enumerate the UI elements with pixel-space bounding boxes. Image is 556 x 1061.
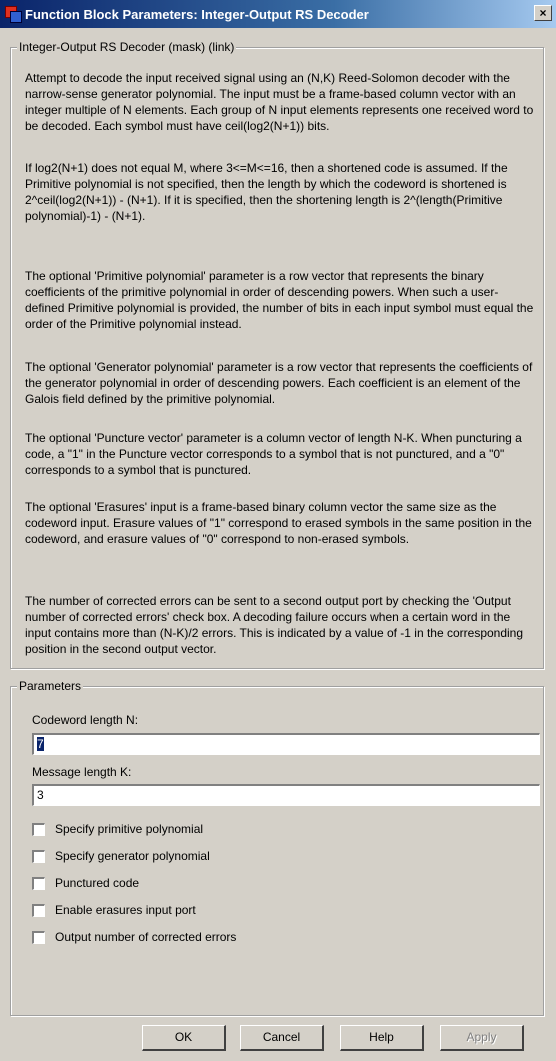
enable-erasures-checkbox[interactable]: Enable erasures input port (32, 902, 196, 918)
cancel-button[interactable]: Cancel (240, 1025, 324, 1051)
close-button[interactable]: × (534, 5, 552, 21)
checkbox-box[interactable] (32, 822, 45, 836)
mask-group-legend: Integer-Output RS Decoder (mask) (link) (17, 40, 237, 54)
apply-button[interactable]: Apply (440, 1025, 524, 1051)
checkbox-box[interactable] (32, 849, 45, 863)
checkbox-label: Enable erasures input port (55, 903, 196, 917)
description-paragraph-5: The optional 'Puncture vector' parameter… (25, 431, 522, 477)
checkbox-label: Punctured code (55, 876, 140, 890)
codeword-length-label: Codeword length N: (32, 713, 139, 727)
description-paragraph-4: The optional 'Generator polynomial' para… (25, 360, 533, 406)
checkbox-label: Specify primitive polynomial (55, 822, 204, 836)
punctured-code-checkbox[interactable]: Punctured code (32, 875, 139, 891)
description-paragraph-2: If log2(N+1) does not equal M, where 3<=… (25, 161, 508, 223)
checkbox-box[interactable] (32, 930, 45, 944)
ok-button[interactable]: OK (142, 1025, 226, 1051)
message-length-value: 3 (37, 788, 44, 802)
simulink-block-icon (5, 6, 22, 23)
checkbox-box[interactable] (32, 876, 45, 890)
title-bar[interactable]: Function Block Parameters: Integer-Outpu… (0, 0, 556, 28)
checkbox-box[interactable] (32, 903, 45, 917)
message-length-field[interactable]: 3 (32, 784, 540, 806)
description-paragraph-1: Attempt to decode the input received sig… (25, 71, 534, 133)
mask-description-group: Integer-Output RS Decoder (mask) (link) … (10, 40, 544, 669)
output-corrected-errors-checkbox[interactable]: Output number of corrected errors (32, 929, 236, 945)
specify-generator-polynomial-checkbox[interactable]: Specify generator polynomial (32, 848, 210, 864)
specify-primitive-polynomial-checkbox[interactable]: Specify primitive polynomial (32, 821, 203, 837)
codeword-length-value: 7 (37, 737, 44, 751)
checkbox-label: Specify generator polynomial (55, 849, 210, 863)
checkbox-label: Output number of corrected errors (55, 930, 237, 944)
help-button[interactable]: Help (340, 1025, 424, 1051)
description-paragraph-6: The optional 'Erasures' input is a frame… (25, 500, 532, 546)
parameters-legend: Parameters (17, 679, 84, 693)
message-length-label: Message length K: (32, 765, 132, 779)
description-paragraph-3: The optional 'Primitive polynomial' para… (25, 269, 534, 331)
description-paragraph-7: The number of corrected errors can be se… (25, 594, 524, 656)
window-title: Function Block Parameters: Integer-Outpu… (25, 6, 369, 22)
codeword-length-field[interactable]: 7 (32, 733, 540, 755)
